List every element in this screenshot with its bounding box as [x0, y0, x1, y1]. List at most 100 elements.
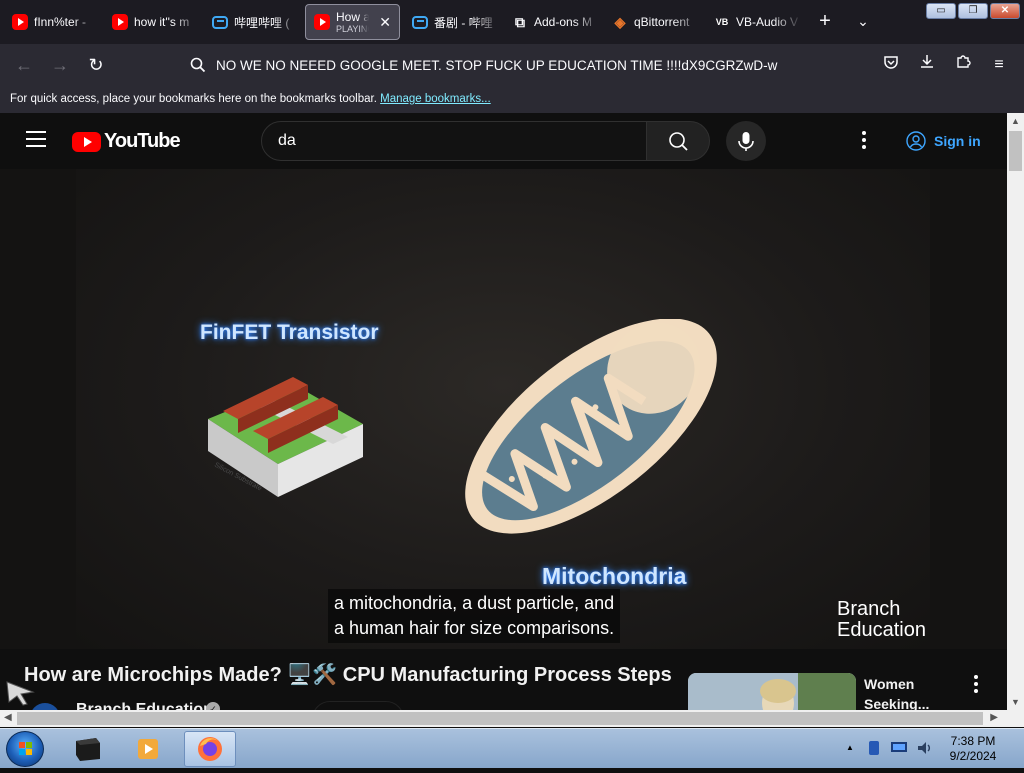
- new-tab-button[interactable]: +: [814, 10, 836, 32]
- youtube-play-icon: [72, 131, 101, 152]
- vb-audio-icon: VB: [715, 17, 729, 27]
- menu-icon[interactable]: ≡: [987, 53, 1011, 77]
- bilibili-icon: [412, 15, 428, 29]
- tab-label: fInn%ter -: [34, 15, 87, 29]
- firefox-icon: [198, 737, 222, 761]
- recommended-more-icon[interactable]: [970, 675, 982, 695]
- thumbnail-image: [688, 673, 856, 710]
- back-button[interactable]: ←: [12, 53, 36, 77]
- tab-6[interactable]: ⧉ Add-ons M: [504, 4, 602, 40]
- microphone-icon: [738, 132, 754, 151]
- channel-name[interactable]: Branch Education: [76, 701, 213, 710]
- bookmarks-hint: For quick access, place your bookmarks h…: [10, 93, 377, 105]
- video-title: How are Microchips Made? 🖥️🛠️ CPU Manufa…: [24, 664, 672, 686]
- tab-label: how it''s m: [134, 15, 190, 29]
- tab-text: How are PLAYING: [336, 11, 369, 34]
- puzzle-icon: ⧉: [515, 13, 525, 30]
- extensions-icon[interactable]: [951, 53, 975, 77]
- tab-3[interactable]: 哔哩哔哩 (: [204, 4, 302, 40]
- scroll-left-arrow-icon[interactable]: ◀: [4, 712, 12, 723]
- search-icon: [190, 57, 206, 73]
- network-icon[interactable]: [890, 741, 908, 755]
- verified-icon: ✓: [206, 702, 220, 710]
- bookmarks-toolbar: For quick access, place your bookmarks h…: [0, 86, 1024, 113]
- vertical-scrollbar[interactable]: ▲ ▼: [1007, 113, 1024, 710]
- channel-row: Branch Education ✓: [24, 697, 664, 710]
- close-tab-icon[interactable]: ✕: [379, 14, 391, 31]
- navigation-bar: ← → ↻ NO WE NO NEEED GOOGLE MEET. STOP F…: [0, 44, 1024, 86]
- youtube-page: YouTube da Sign in Silicon Substrate Fin…: [0, 113, 1007, 710]
- tab-7[interactable]: ◈ qBittorrent: [604, 4, 702, 40]
- voice-search-button[interactable]: [726, 121, 766, 161]
- youtube-icon: [112, 14, 128, 30]
- mitochondria-illustration: [465, 319, 717, 534]
- taskbar-app-firefox[interactable]: [184, 731, 236, 767]
- terminal-icon: [76, 738, 100, 761]
- restore-button[interactable]: ❐: [958, 3, 988, 19]
- list-all-tabs-button[interactable]: ⌄: [852, 10, 874, 32]
- recommended-title-line: Women: [864, 676, 915, 692]
- taskbar-app-media-player[interactable]: [122, 731, 174, 767]
- clock[interactable]: 7:38 PM 9/2/2024: [934, 734, 1012, 764]
- volume-icon[interactable]: [916, 740, 932, 756]
- minimize-button[interactable]: ▭: [926, 3, 956, 19]
- horizontal-scrollbar[interactable]: ◀ ▶: [0, 710, 1024, 727]
- caption-line: a mitochondria, a dust particle, and: [334, 593, 615, 613]
- search-button[interactable]: [646, 121, 710, 161]
- youtube-logo-text: YouTube: [104, 130, 181, 152]
- mouse-cursor-icon: [6, 681, 35, 706]
- clock-time: 7:38 PM: [950, 734, 996, 748]
- url-text: NO WE NO NEEED GOOGLE MEET. STOP FUCK UP…: [216, 57, 778, 73]
- tab-strip: fInn%ter - how it''s m 哔哩哔哩 ( How are PL…: [0, 0, 1024, 44]
- url-bar[interactable]: NO WE NO NEEED GOOGLE MEET. STOP FUCK UP…: [180, 50, 860, 80]
- tab-1[interactable]: fInn%ter -: [4, 4, 102, 40]
- tab-2[interactable]: how it''s m: [104, 4, 202, 40]
- tab-label: qBittorrent: [634, 15, 690, 29]
- finfet-label: FinFET Transistor: [200, 321, 379, 344]
- scroll-right-arrow-icon[interactable]: ▶: [990, 712, 998, 723]
- account-icon: [906, 131, 926, 151]
- watermark-line: Branch: [837, 598, 901, 620]
- mitochondria-label: Mitochondria: [542, 563, 687, 589]
- taskbar: ▲ 7:38 PM 9/2/2024: [0, 728, 1024, 768]
- close-window-button[interactable]: ✕: [990, 3, 1020, 19]
- start-button[interactable]: [6, 731, 44, 767]
- tab-5[interactable]: 番剧 - 哔哩: [404, 4, 502, 40]
- settings-more-icon[interactable]: [856, 131, 872, 151]
- youtube-logo[interactable]: YouTube: [72, 130, 181, 153]
- pocket-icon[interactable]: [879, 53, 903, 77]
- manage-bookmarks-link[interactable]: Manage bookmarks...: [380, 93, 491, 105]
- youtube-icon: [314, 14, 330, 30]
- taskbar-app-terminal[interactable]: [62, 731, 114, 767]
- recommended-title[interactable]: Women Seeking...: [864, 674, 964, 710]
- recommended-thumbnail[interactable]: [688, 673, 856, 710]
- tab-label: How are: [336, 10, 369, 24]
- tab-playing-label: PLAYING: [336, 23, 369, 34]
- sign-in-button[interactable]: Sign in: [896, 125, 991, 157]
- hamburger-menu-icon[interactable]: [26, 131, 46, 147]
- recommended-title-line: Seeking...: [864, 696, 930, 710]
- search-input[interactable]: da: [261, 121, 647, 161]
- media-player-icon: [138, 739, 158, 759]
- horizontal-scroll-thumb[interactable]: [17, 712, 983, 725]
- bilibili-icon: [212, 15, 228, 29]
- tray-app-icon[interactable]: [866, 739, 882, 757]
- reload-button[interactable]: ↻: [84, 53, 108, 77]
- scroll-up-arrow-icon[interactable]: ▲: [1011, 116, 1020, 126]
- tab-8[interactable]: VB VB-Audio V: [706, 4, 802, 40]
- finfet-illustration: Silicon Substrate: [208, 377, 363, 497]
- qbittorrent-icon: ◈: [614, 13, 626, 30]
- tab-4-active[interactable]: How are PLAYING ✕: [305, 4, 400, 40]
- downloads-icon[interactable]: [915, 53, 939, 77]
- forward-button[interactable]: →: [48, 53, 72, 77]
- subscribe-button[interactable]: [312, 701, 404, 710]
- scroll-down-arrow-icon[interactable]: ▼: [1011, 697, 1020, 707]
- caption-line: a human hair for size comparisons.: [334, 618, 615, 638]
- search-icon: [669, 132, 688, 151]
- branch-education-watermark: Branch Education: [837, 599, 926, 641]
- video-caption: a mitochondria, a dust particle, and a h…: [328, 589, 621, 643]
- vertical-scroll-thumb[interactable]: [1009, 131, 1022, 171]
- show-hidden-icons-arrow-icon[interactable]: ▲: [846, 743, 854, 752]
- tab-label: 番剧 - 哔哩: [434, 15, 493, 30]
- video-player[interactable]: Silicon Substrate FinFET Transistor Mito…: [0, 169, 1007, 649]
